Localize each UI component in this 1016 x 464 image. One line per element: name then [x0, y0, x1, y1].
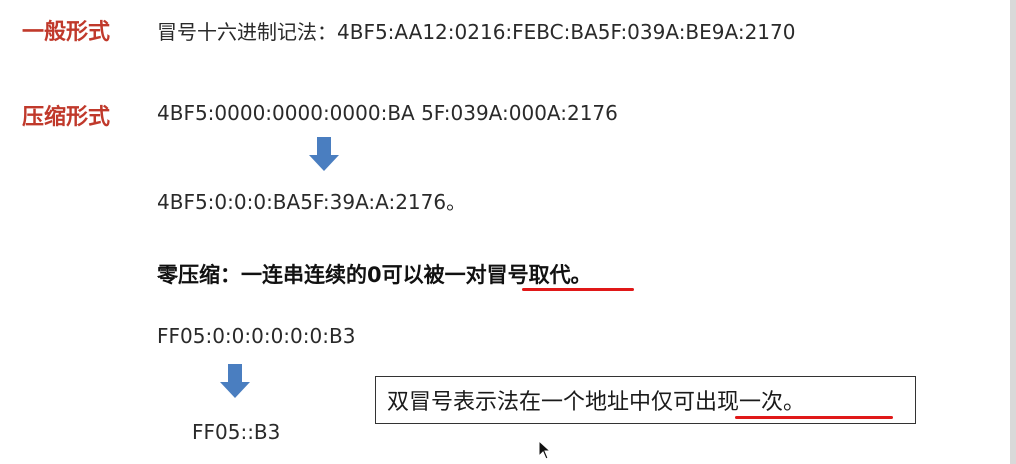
compressed-original-address: 4BF5:0000:0000:0000:BA 5F:039A:000A:2176 [157, 101, 618, 125]
note-underline-mark [735, 416, 893, 419]
compressed-result-address: 4BF5:0:0:0:BA5F:39A:A:2176。 [157, 190, 467, 214]
window-edge [1010, 0, 1016, 464]
compressed-form-heading: 压缩形式 [22, 105, 111, 130]
general-form-heading: 一般形式 [22, 20, 111, 45]
rule-underline-mark [522, 288, 634, 291]
zero-compression-rule: 零压缩：一连串连续的0可以被一对冒号取代。 [157, 263, 592, 287]
zero-compression-result: FF05::B3 [192, 420, 281, 444]
zero-compression-example: FF05:0:0:0:0:0:0:B3 [157, 324, 356, 348]
note-text: 双冒号表示法在一个地址中仅可出现一次。 [387, 390, 806, 415]
mouse-cursor-icon [538, 440, 552, 460]
general-form-description: 冒号十六进制记法：4BF5:AA12:0216:FEBC:BA5F:039A:B… [157, 20, 796, 44]
